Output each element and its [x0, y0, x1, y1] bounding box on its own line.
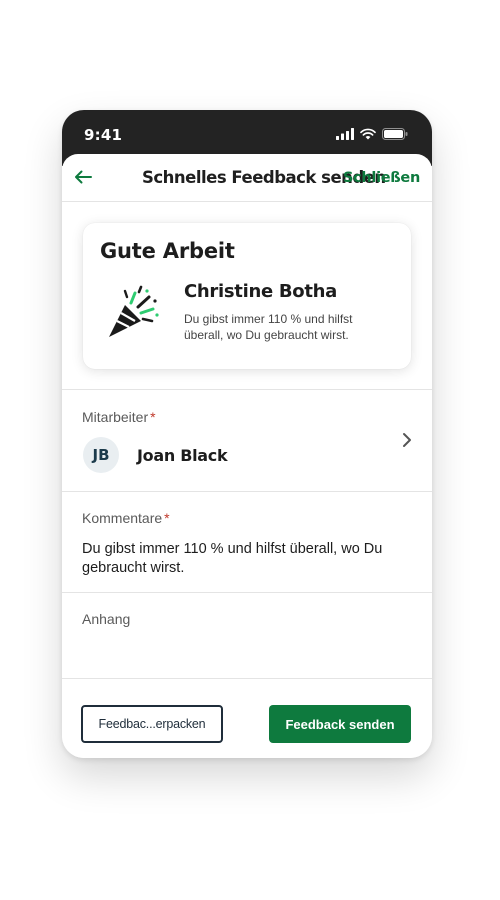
employee-field[interactable]: Mitarbeiter * JB Joan Black — [62, 391, 432, 492]
wifi-icon — [360, 128, 376, 140]
party-popper-icon — [109, 285, 159, 337]
signal-icon — [336, 128, 354, 140]
arrow-left-icon[interactable] — [72, 166, 94, 188]
status-time: 9:41 — [84, 126, 123, 144]
navigation-bar: Schnelles Feedback senden Schließen — [62, 154, 432, 202]
required-marker: * — [164, 510, 170, 526]
gift-wrap-feedback-button[interactable]: Feedbac...erpacken — [81, 705, 223, 743]
comments-field[interactable]: Kommentare * Du gibst immer 110 % und hil… — [62, 492, 432, 593]
recipient-name: Christine Botha — [184, 281, 338, 302]
send-feedback-button[interactable]: Feedback senden — [269, 705, 411, 743]
feedback-badge-card: Gute Arbeit Christine Botha Du gibst imm… — [83, 223, 411, 369]
comments-label-text: Kommentare — [82, 510, 163, 526]
chevron-right-icon — [403, 433, 411, 447]
feedback-card-section: Gute Arbeit Christine Botha Du gibst imm… — [62, 203, 432, 390]
badge-message: Du gibst immer 110 % und hilfst überall,… — [184, 312, 353, 342]
battery-icon — [382, 128, 408, 140]
avatar: JB — [83, 437, 119, 473]
attachment-label: Anhang — [82, 611, 131, 627]
status-icons — [336, 127, 408, 141]
comments-label: Kommentare * — [82, 510, 170, 526]
employee-label: Mitarbeiter * — [82, 409, 156, 425]
comments-input[interactable]: Du gibst immer 110 % und hilfst überall,… — [82, 540, 412, 578]
required-marker: * — [150, 409, 156, 425]
action-bar: Feedbac...erpacken Feedback senden — [62, 688, 432, 758]
badge-title: Gute Arbeit — [100, 239, 235, 263]
phone-frame: 9:41 Schnelles Feedback senden Schließen… — [62, 110, 432, 758]
employee-label-text: Mitarbeiter — [82, 409, 149, 425]
attachment-field[interactable]: Anhang — [62, 593, 432, 679]
close-button[interactable]: Schließen — [343, 170, 420, 186]
employee-name: Joan Black — [137, 446, 228, 465]
